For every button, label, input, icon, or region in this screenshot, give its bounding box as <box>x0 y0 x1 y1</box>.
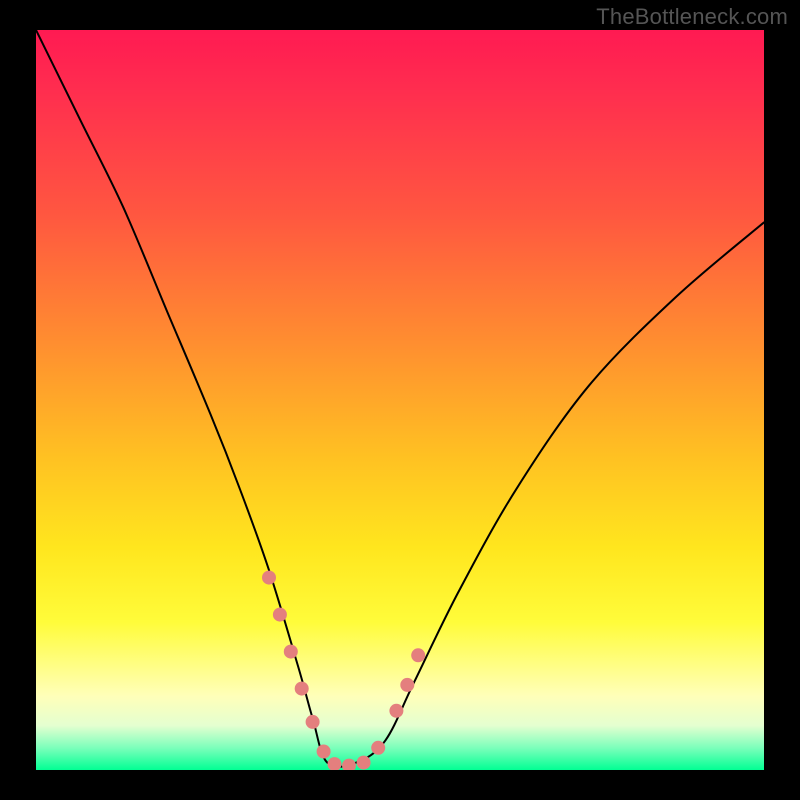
sweet-spot-dot <box>295 682 309 696</box>
sweet-spot-dot <box>317 745 331 759</box>
chart-frame: TheBottleneck.com <box>0 0 800 800</box>
watermark-text: TheBottleneck.com <box>596 4 788 30</box>
chart-svg <box>36 30 764 770</box>
sweet-spot-dot <box>306 715 320 729</box>
sweet-spot-dot <box>342 759 356 770</box>
plot-area <box>36 30 764 770</box>
sweet-spot-dots <box>262 571 425 770</box>
sweet-spot-dot <box>371 741 385 755</box>
sweet-spot-dot <box>389 704 403 718</box>
sweet-spot-dot <box>357 756 371 770</box>
sweet-spot-dot <box>284 645 298 659</box>
sweet-spot-dot <box>411 648 425 662</box>
sweet-spot-dot <box>262 571 276 585</box>
sweet-spot-dot <box>400 678 414 692</box>
sweet-spot-dot <box>328 757 342 770</box>
bottleneck-curve <box>36 30 764 767</box>
sweet-spot-dot <box>273 608 287 622</box>
